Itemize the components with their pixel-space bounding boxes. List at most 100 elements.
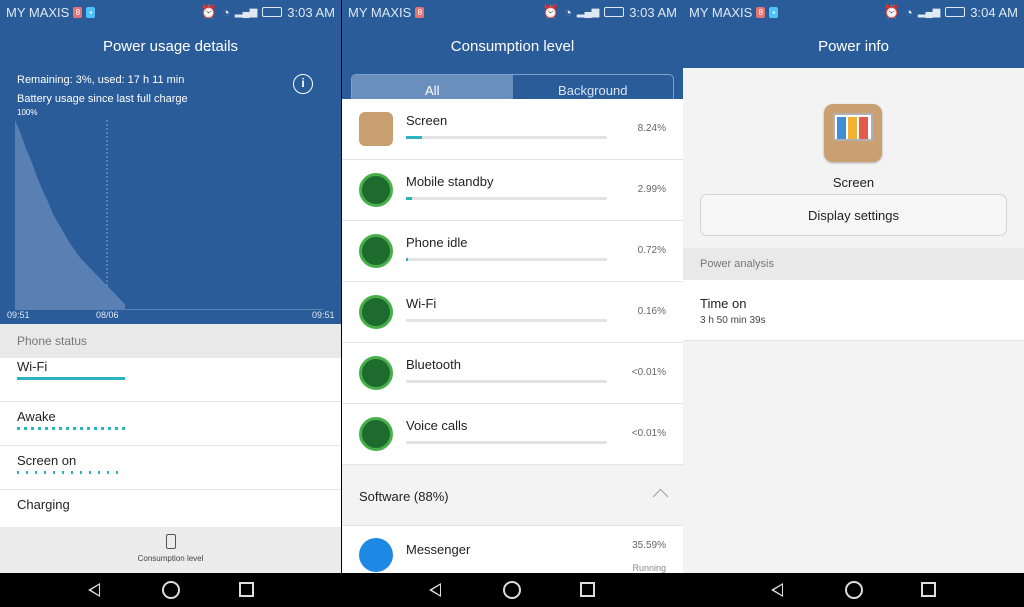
recents-icon[interactable]: [239, 582, 254, 597]
software-section-toggle[interactable]: Software (88%): [342, 465, 683, 526]
consumption-panel: MY MAXIS 8 ⏰ ◔ ▂▄▆ 3:03 AM Consumption l…: [342, 0, 683, 573]
back-icon[interactable]: [88, 583, 100, 597]
phone-icon: [359, 417, 393, 451]
alarm-icon: ⏰: [883, 4, 900, 19]
display-settings-button[interactable]: Display settings: [700, 194, 1007, 236]
bluetooth-icon: [359, 356, 393, 390]
consumption-level-label: Consumption level: [137, 554, 204, 563]
signal-icon: ▂▄▆: [576, 6, 600, 18]
awake-bar: [17, 427, 125, 430]
carrier-label: MY MAXIS: [689, 4, 753, 20]
notification-icon: 8: [756, 6, 766, 18]
app-name: Messenger: [406, 542, 471, 557]
usage-track: [406, 136, 607, 139]
wifi-bar: [17, 377, 125, 380]
list-item-wifi[interactable]: Wi-Fi 0.16%: [342, 282, 683, 343]
recents-icon[interactable]: [921, 582, 936, 597]
remaining-text: Remaining: 3%, used: 17 h 11 min: [17, 74, 185, 86]
home-icon[interactable]: [845, 581, 863, 599]
consumption-level-button[interactable]: Consumption level: [0, 527, 341, 573]
alarm-icon: ⏰: [200, 4, 217, 19]
clock: 3:03 AM: [287, 4, 335, 20]
navigation-bar: [0, 573, 1024, 607]
image-icon: ▪: [86, 6, 96, 18]
home-icon[interactable]: [162, 581, 180, 599]
power-info-panel: MY MAXIS 8 ▪ ⏰ ◔ ▂▄▆ 3:04 AM Power info …: [683, 0, 1024, 573]
list-item-messenger[interactable]: Messenger 35.59% Running: [342, 526, 683, 573]
carrier-label: MY MAXIS: [6, 4, 70, 20]
metric-label: Time on: [700, 296, 747, 311]
status-row-awake: Awake: [0, 402, 341, 446]
usage-fill: [406, 136, 423, 139]
chevron-up-icon: [652, 488, 669, 505]
metric-value: 3 h 50 min 39s: [700, 315, 766, 326]
y-tick: 100%: [17, 108, 38, 117]
battery-icon: [165, 534, 176, 549]
list-item-mobile-standby[interactable]: Mobile standby 2.99%: [342, 160, 683, 221]
software-label: Software (88%): [359, 489, 449, 504]
status-bar: MY MAXIS 8 ▪ ⏰ ◔ ▂▄▆ 3:03 AM: [0, 0, 341, 24]
signal-icon: ▂▄▆: [917, 6, 941, 18]
usage-percent: 0.72%: [637, 245, 666, 256]
usage-track: [406, 380, 607, 383]
info-icon[interactable]: i: [293, 74, 313, 94]
status-row-screen-on: Screen on: [0, 446, 341, 490]
screen-icon: [824, 104, 882, 162]
page-title: Power usage details: [0, 24, 341, 68]
wifi-icon: ◔: [221, 4, 230, 20]
back-icon[interactable]: [429, 583, 441, 597]
notification-icon: 8: [73, 6, 83, 18]
alarm-icon: ⏰: [542, 4, 559, 19]
back-icon[interactable]: [771, 583, 783, 597]
screen-icon: [359, 112, 393, 146]
usage-percent: 8.24%: [637, 123, 666, 134]
usage-percent: 35.59%: [632, 540, 666, 551]
app-name: Mobile standby: [406, 174, 494, 189]
power-info-body: Screen Display settings Power analysis T…: [683, 68, 1024, 573]
clock: 3:03 AM: [629, 4, 677, 20]
status-label: Awake: [17, 409, 56, 424]
battery-icon: [604, 7, 625, 17]
messenger-icon: [359, 538, 393, 572]
list-item-voice-calls[interactable]: Voice calls <0.01%: [342, 404, 683, 465]
app-name: Bluetooth: [406, 357, 461, 372]
battery-icon: [945, 7, 966, 17]
list-item-phone-idle[interactable]: Phone idle 0.72%: [342, 221, 683, 282]
status-bar: MY MAXIS 8 ⏰ ◔ ▂▄▆ 3:03 AM: [342, 0, 683, 24]
section-power-analysis: Power analysis: [683, 248, 1024, 280]
app-name: Phone idle: [406, 235, 468, 250]
power-icon: [359, 234, 393, 268]
usage-track: [406, 258, 607, 261]
usage-fill: [406, 258, 408, 261]
list-item-bluetooth[interactable]: Bluetooth <0.01%: [342, 343, 683, 404]
wifi-icon: ◔: [563, 4, 572, 20]
usage-percent: 0.16%: [637, 306, 666, 317]
usage-percent: 2.99%: [637, 184, 666, 195]
usage-percent: <0.01%: [631, 367, 666, 378]
usage-track: [406, 441, 607, 444]
section-phone-status: Phone status: [0, 324, 341, 358]
status-bar: MY MAXIS 8 ▪ ⏰ ◔ ▂▄▆ 3:04 AM: [683, 0, 1024, 24]
clock: 3:04 AM: [970, 4, 1018, 20]
status-label: Charging: [17, 497, 70, 512]
status-row-wifi: Wi-Fi: [0, 358, 341, 402]
screen-on-bar: [17, 471, 125, 474]
status-label: Screen on: [17, 453, 77, 468]
signal-icon: [359, 173, 393, 207]
app-name: Voice calls: [406, 418, 468, 433]
wifi-icon: ◔: [904, 4, 913, 20]
battery-chart: [15, 120, 323, 310]
list-item-screen[interactable]: Screen 8.24%: [342, 99, 683, 160]
recents-icon[interactable]: [580, 582, 595, 597]
page-title: Power info: [683, 24, 1024, 68]
app-name: Wi-Fi: [406, 296, 437, 311]
x-tick-start: 09:51: [7, 310, 30, 320]
x-tick-mid: 08/06: [96, 310, 119, 320]
home-icon[interactable]: [503, 581, 521, 599]
usage-percent: <0.01%: [631, 428, 666, 439]
usage-track: [406, 319, 607, 322]
time-on-row: Time on 3 h 50 min 39s: [683, 280, 1024, 341]
battery-label: Battery usage since last full charge: [17, 93, 188, 105]
wifi-icon: [359, 295, 393, 329]
usage-track: [406, 197, 607, 200]
